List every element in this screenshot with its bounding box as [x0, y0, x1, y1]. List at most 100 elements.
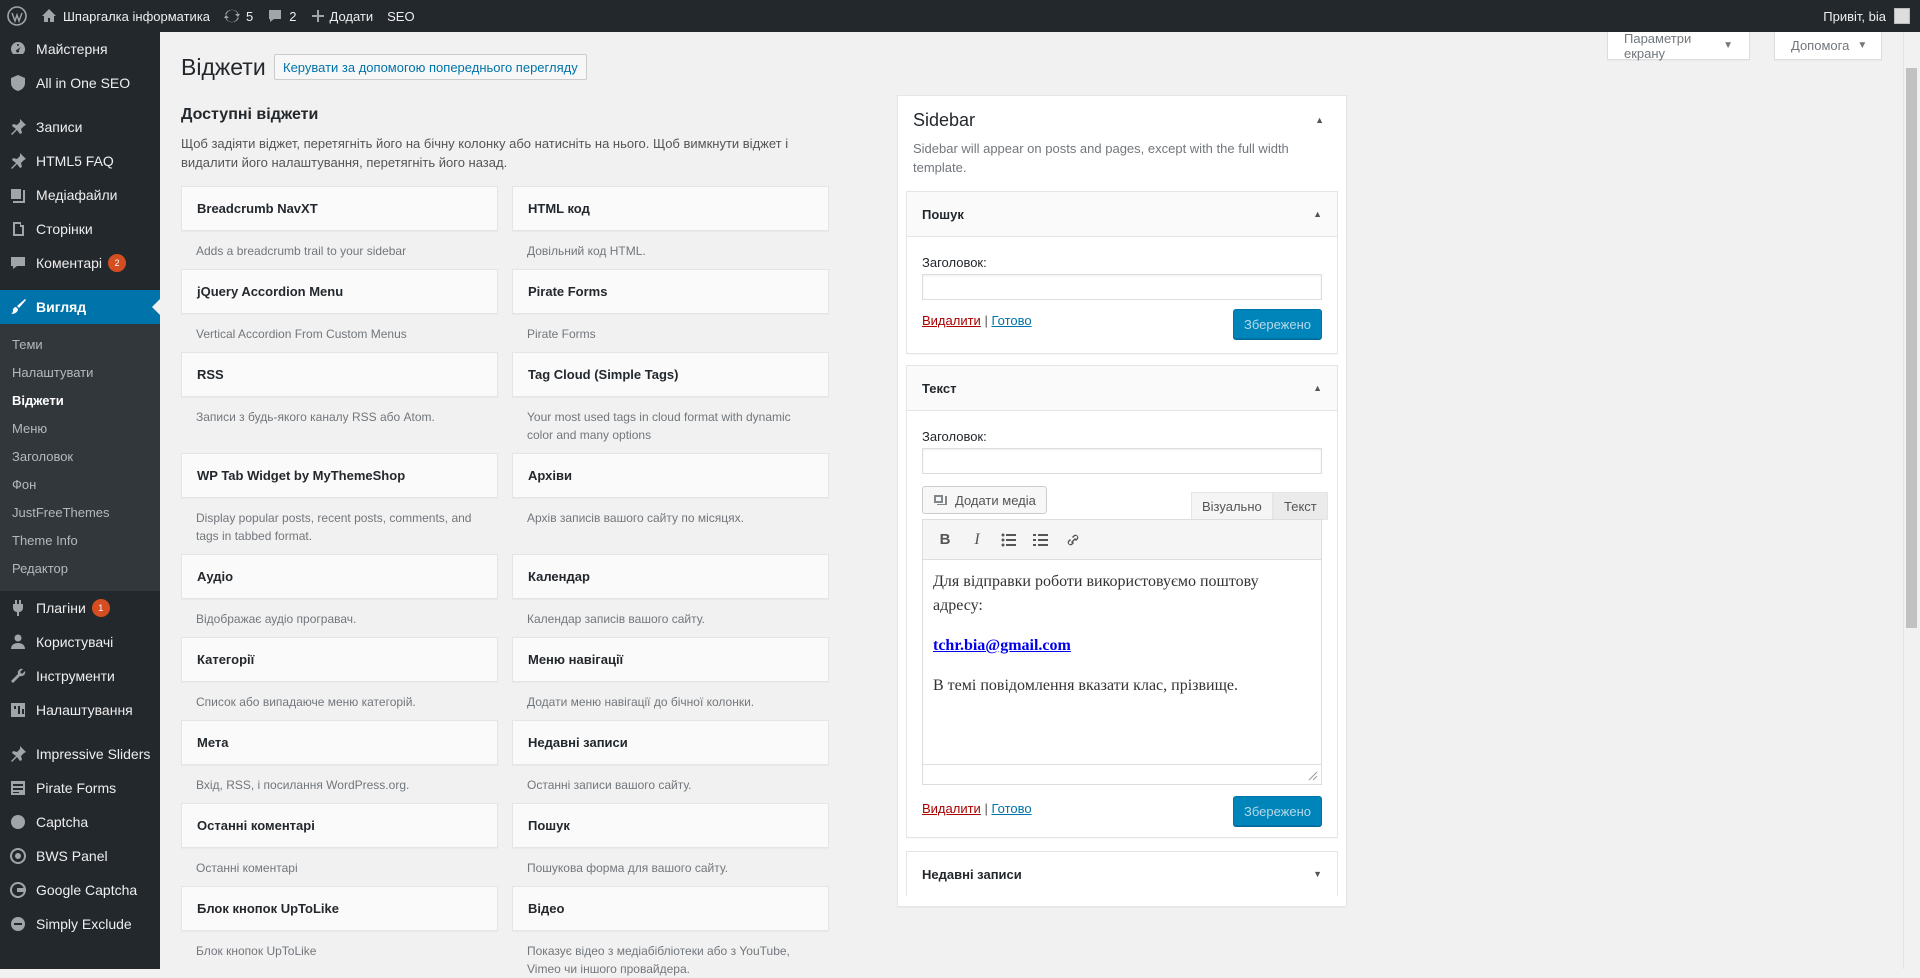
updates-link[interactable]: 5	[217, 0, 260, 32]
widget-html-code[interactable]: HTML код	[512, 186, 829, 231]
menu-aioseo[interactable]: All in One SEO	[0, 66, 160, 100]
menu-users[interactable]: Користувачі	[0, 625, 160, 659]
widget-archives[interactable]: Архіви	[512, 453, 829, 498]
widget-navigation-menu[interactable]: Меню навігації	[512, 637, 829, 682]
menu-comments[interactable]: Коментарі 2	[0, 246, 160, 280]
tab-visual[interactable]: Візуально	[1191, 492, 1273, 520]
widget-header[interactable]: Пошук ▲	[907, 192, 1337, 237]
widget-search[interactable]: Пошук	[512, 803, 829, 848]
widget-description: Adds a breadcrumb trail to your sidebar	[196, 244, 407, 258]
widget-video[interactable]: Відео	[512, 886, 829, 931]
menu-impressive-sliders[interactable]: Impressive Sliders	[0, 737, 160, 771]
page-title: Віджети	[181, 54, 266, 80]
submenu-theme-info[interactable]: Theme Info	[0, 527, 160, 555]
expand-arrow-icon[interactable]: ▼	[1313, 869, 1322, 879]
seo-link[interactable]: SEO	[380, 0, 421, 32]
done-link[interactable]: Готово	[991, 313, 1031, 328]
widget-calendar[interactable]: Календар	[512, 554, 829, 599]
wordpress-logo-icon[interactable]	[0, 0, 34, 32]
done-link[interactable]: Готово	[991, 801, 1031, 816]
widget-rss[interactable]: RSS	[181, 352, 498, 397]
widget-recent-posts[interactable]: Недавні записи	[512, 720, 829, 765]
avatar[interactable]	[1894, 8, 1910, 24]
menu-tools-label: Інструменти	[36, 668, 115, 684]
submenu-header[interactable]: Заголовок	[0, 443, 160, 471]
updates-count: 5	[246, 8, 254, 24]
title-input[interactable]	[922, 274, 1322, 300]
delete-link[interactable]: Видалити	[922, 801, 981, 816]
plugins-badge: 1	[91, 599, 110, 617]
collapse-arrow-icon[interactable]: ▲	[1313, 209, 1322, 219]
widget-description: Відображає аудіо програвач.	[196, 612, 357, 626]
email-link[interactable]: tchr.bia@gmail.com	[933, 637, 1071, 654]
submenu-editor[interactable]: Редактор	[0, 555, 160, 583]
scrollbar-thumb[interactable]	[1906, 68, 1917, 628]
add-media-button[interactable]: Додати медіа	[922, 486, 1047, 514]
widget-header[interactable]: Текст ▲	[907, 366, 1337, 411]
page-scrollbar[interactable]	[1903, 32, 1920, 969]
title-input[interactable]	[922, 448, 1322, 474]
bold-button[interactable]: B	[929, 526, 961, 554]
delete-link[interactable]: Видалити	[922, 313, 981, 328]
collapse-arrow-icon[interactable]: ▲	[1313, 383, 1322, 393]
menu-captcha[interactable]: Captcha	[0, 805, 160, 839]
widget-pirate-forms[interactable]: Pirate Forms	[512, 269, 829, 314]
numbered-list-button[interactable]	[1025, 526, 1057, 554]
italic-button[interactable]: I	[961, 526, 993, 554]
widget-breadcrumb-navxt[interactable]: Breadcrumb NavXT	[181, 186, 498, 231]
editor-toolbar: B I	[923, 520, 1321, 560]
menu-plugins[interactable]: Плагіни 1	[0, 591, 160, 625]
widget-title: Меню навігації	[528, 652, 624, 667]
collapse-arrow-icon[interactable]: ▲	[1315, 115, 1324, 125]
widget-audio[interactable]: Аудіо	[181, 554, 498, 599]
screen-options-button[interactable]: Параметри екрану ▼	[1607, 31, 1750, 61]
widget-recent-comments[interactable]: Останні коментарі	[181, 803, 498, 848]
editor-content[interactable]: Для відправки роботи використовуємо пошт…	[923, 560, 1321, 760]
bullet-list-button[interactable]	[993, 526, 1025, 554]
widget-jquery-accordion-menu[interactable]: jQuery Accordion Menu	[181, 269, 498, 314]
manage-with-preview-button[interactable]: Керувати за допомогою попереднього перег…	[274, 54, 587, 80]
menu-pirate-forms[interactable]: Pirate Forms	[0, 771, 160, 805]
site-name-link[interactable]: Шпаргалка інформатика	[34, 0, 217, 32]
media-icon	[8, 185, 28, 205]
save-button[interactable]: Збережено	[1233, 796, 1322, 826]
widget-wp-tab[interactable]: WP Tab Widget by MyThemeShop	[181, 453, 498, 498]
sidebar-widget-recent-posts: Недавні записи ▼	[906, 851, 1338, 897]
appearance-submenu: Теми Налаштувати Віджети Меню Заголовок …	[0, 324, 160, 591]
submenu-justfreethemes[interactable]: JustFreeThemes	[0, 499, 160, 527]
menu-bws-panel[interactable]: BWS Panel	[0, 839, 160, 873]
menu-tools[interactable]: Інструменти	[0, 659, 160, 693]
widget-tag-cloud[interactable]: Tag Cloud (Simple Tags)	[512, 352, 829, 397]
submenu-widgets[interactable]: Віджети	[0, 387, 160, 415]
submenu-menus[interactable]: Меню	[0, 415, 160, 443]
widget-uptolike-buttons[interactable]: Блок кнопок UpToLike	[181, 886, 498, 931]
menu-posts[interactable]: Записи	[0, 110, 160, 144]
help-button[interactable]: Допомога ▼	[1774, 32, 1882, 60]
menu-google-captcha[interactable]: Google Captcha	[0, 873, 160, 907]
comments-link[interactable]: 2	[260, 0, 303, 32]
widget-title: Архіви	[528, 468, 572, 483]
wrench-icon	[8, 666, 28, 686]
insert-link-button[interactable]	[1057, 526, 1089, 554]
google-captcha-icon	[8, 880, 28, 900]
menu-appearance[interactable]: Вигляд	[0, 290, 160, 324]
add-new-link[interactable]: Додати	[304, 0, 381, 32]
menu-simply-exclude[interactable]: Simply Exclude	[0, 907, 160, 941]
submenu-customize[interactable]: Налаштувати	[0, 359, 160, 387]
widget-control-links: Видалити | Готово	[922, 801, 1032, 816]
save-button[interactable]: Збережено	[1233, 309, 1322, 339]
menu-pages[interactable]: Сторінки	[0, 212, 160, 246]
user-greeting[interactable]: Привіт, bia	[1823, 9, 1886, 24]
widget-meta[interactable]: Мета	[181, 720, 498, 765]
resize-grip-icon[interactable]	[1308, 771, 1318, 781]
caret-down-icon: ▼	[1857, 40, 1868, 51]
menu-html5faq[interactable]: HTML5 FAQ	[0, 144, 160, 178]
submenu-themes[interactable]: Теми	[0, 331, 160, 359]
menu-settings[interactable]: Налаштування	[0, 693, 160, 727]
menu-media[interactable]: Медіафайли	[0, 178, 160, 212]
menu-dashboard[interactable]: Майстерня	[0, 32, 160, 66]
widget-categories[interactable]: Категорії	[181, 637, 498, 682]
submenu-background[interactable]: Фон	[0, 471, 160, 499]
widget-header[interactable]: Недавні записи ▼	[907, 852, 1337, 897]
tab-text[interactable]: Текст	[1273, 492, 1328, 520]
